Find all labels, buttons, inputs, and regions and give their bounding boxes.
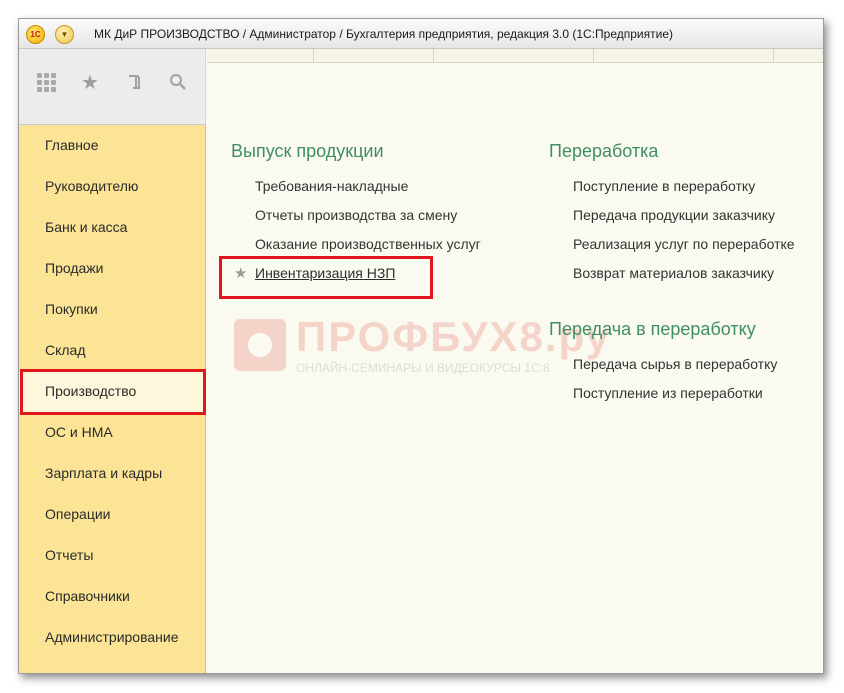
link-production-services[interactable]: Оказание производственных услуг: [255, 236, 481, 252]
search-icon[interactable]: [165, 69, 191, 95]
main-menu-button[interactable]: ▼: [55, 25, 74, 44]
sidebar-item-administration[interactable]: Администрирование: [19, 617, 206, 658]
link-raw-material-transfer[interactable]: Передача сырья в переработку: [573, 356, 777, 372]
link-requisition-invoices[interactable]: Требования-накладные: [255, 178, 408, 194]
tab-divider: [313, 49, 314, 63]
app-window: 1C ▼ МК ДиР ПРОИЗВОДСТВО / Администратор…: [18, 18, 824, 674]
section-title-processing: Переработка: [549, 141, 659, 161]
apps-grid-icon[interactable]: [33, 69, 59, 95]
link-receipt-from-processing[interactable]: Поступление из переработки: [573, 385, 763, 401]
history-icon[interactable]: [121, 69, 147, 95]
watermark-logo-icon: [234, 319, 286, 371]
sidebar-item-manager[interactable]: Руководителю: [19, 166, 206, 207]
sidebar-item-payroll[interactable]: Зарплата и кадры: [19, 453, 206, 494]
sections-toolbar: ★: [19, 49, 206, 125]
favorites-star-icon[interactable]: ★: [77, 69, 103, 95]
tab-divider: [773, 49, 774, 63]
window-title: МК ДиР ПРОИЗВОДСТВО / Администратор / Бу…: [94, 27, 674, 41]
history-glyph: [129, 75, 140, 89]
link-receipt-for-processing[interactable]: Поступление в переработку: [573, 178, 755, 194]
link-wip-inventory[interactable]: Инвентаризация НЗП: [255, 265, 395, 281]
chevron-down-icon: ▼: [60, 30, 69, 39]
sidebar-item-main[interactable]: Главное: [19, 125, 206, 166]
magnifier-glyph: [170, 74, 186, 90]
tabs-strip: [207, 49, 823, 63]
tab-divider: [593, 49, 594, 63]
tab-divider: [433, 49, 434, 63]
link-return-materials-to-customer[interactable]: Возврат материалов заказчику: [573, 265, 774, 281]
link-processing-services-sale[interactable]: Реализация услуг по переработке: [573, 236, 795, 252]
favorite-star-icon[interactable]: ★: [234, 264, 247, 282]
1c-logo-icon[interactable]: 1C: [26, 25, 45, 44]
title-bar: 1C ▼ МК ДиР ПРОИЗВОДСТВО / Администратор…: [19, 19, 823, 49]
sidebar-item-catalogs[interactable]: Справочники: [19, 576, 206, 617]
sections-panel: Главное Руководителю Банк и касса Продаж…: [19, 125, 206, 673]
sidebar-item-sales[interactable]: Продажи: [19, 248, 206, 289]
sidebar-item-fixed-assets[interactable]: ОС и НМА: [19, 412, 206, 453]
sidebar-item-operations[interactable]: Операции: [19, 494, 206, 535]
sidebar-item-reports[interactable]: Отчеты: [19, 535, 206, 576]
sidebar-item-bank[interactable]: Банк и касса: [19, 207, 206, 248]
link-shift-production-reports[interactable]: Отчеты производства за смену: [255, 207, 457, 223]
watermark-tagline: ОНЛАЙН-СЕМИНАРЫ И ВИДЕОКУРСЫ 1С:8: [296, 361, 550, 375]
link-product-transfer-to-customer[interactable]: Передача продукции заказчику: [573, 207, 775, 223]
watermark: ПРОФБУХ8.ру ОНЛАЙН-СЕМИНАРЫ И ВИДЕОКУРСЫ…: [234, 313, 609, 389]
section-title-output: Выпуск продукции: [231, 141, 384, 161]
sidebar-item-production[interactable]: Производство: [19, 371, 206, 412]
section-title-transfer: Передача в переработку: [549, 319, 756, 339]
sidebar-item-purchases[interactable]: Покупки: [19, 289, 206, 330]
sidebar-item-warehouse[interactable]: Склад: [19, 330, 206, 371]
